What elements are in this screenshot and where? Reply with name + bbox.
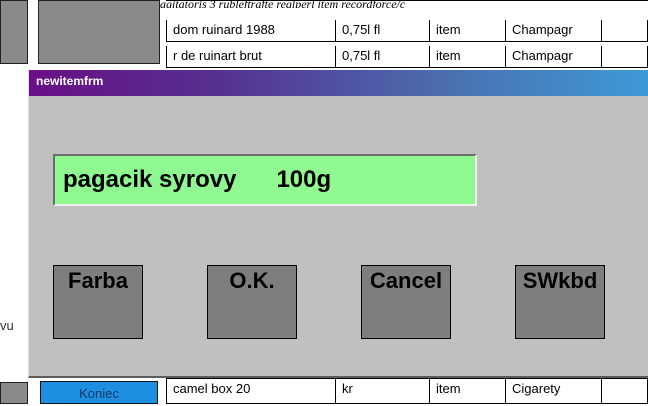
cell-category: Cigarety — [506, 378, 602, 404]
dialog-title: newitemfrm — [36, 74, 104, 88]
cell-category: Champagr — [506, 46, 602, 68]
cell-name: r de ruinart brut — [166, 46, 336, 68]
cell-category: Champagr — [506, 20, 602, 42]
table-row[interactable]: camel box 20 kr item Cigarety — [166, 378, 648, 404]
item-name-field[interactable]: pagacik syrovy 100g — [53, 154, 477, 206]
left-tile[interactable] — [0, 382, 28, 404]
left-tile-wide[interactable] — [38, 0, 160, 64]
grid-line — [166, 0, 648, 1]
cell-empty — [602, 20, 648, 42]
left-tile[interactable] — [0, 0, 28, 64]
farba-button[interactable]: Farba — [53, 265, 143, 339]
cell-qty: 0,75l fl — [336, 20, 430, 42]
cell-qty: 0,75l fl — [336, 46, 430, 68]
cell-type: item — [430, 20, 506, 42]
cell-name: dom ruinard 1988 — [166, 20, 336, 42]
table-row[interactable]: dom ruinard 1988 0,75l fl item Champagr — [166, 20, 648, 42]
top-text-fragment: agitatoris 3 rubleftrafte reglperl item … — [160, 0, 406, 8]
dialog-title-bar[interactable]: newitemfrm — [29, 70, 648, 96]
cell-type: item — [430, 378, 506, 404]
left-text-fragment: vu — [0, 318, 14, 333]
cell-empty — [602, 46, 648, 68]
cell-name: camel box 20 — [166, 378, 336, 404]
swkbd-button[interactable]: SWkbd — [515, 265, 605, 339]
koniec-button[interactable]: Koniec — [40, 381, 158, 404]
new-item-dialog: newitemfrm pagacik syrovy 100g Farba O.K… — [28, 70, 648, 378]
table-row[interactable]: r de ruinart brut 0,75l fl item Champagr — [166, 46, 648, 68]
cancel-button[interactable]: Cancel — [361, 265, 451, 339]
cell-type: item — [430, 46, 506, 68]
cell-empty — [602, 378, 648, 404]
ok-button[interactable]: O.K. — [207, 265, 297, 339]
cell-qty: kr — [336, 378, 430, 404]
